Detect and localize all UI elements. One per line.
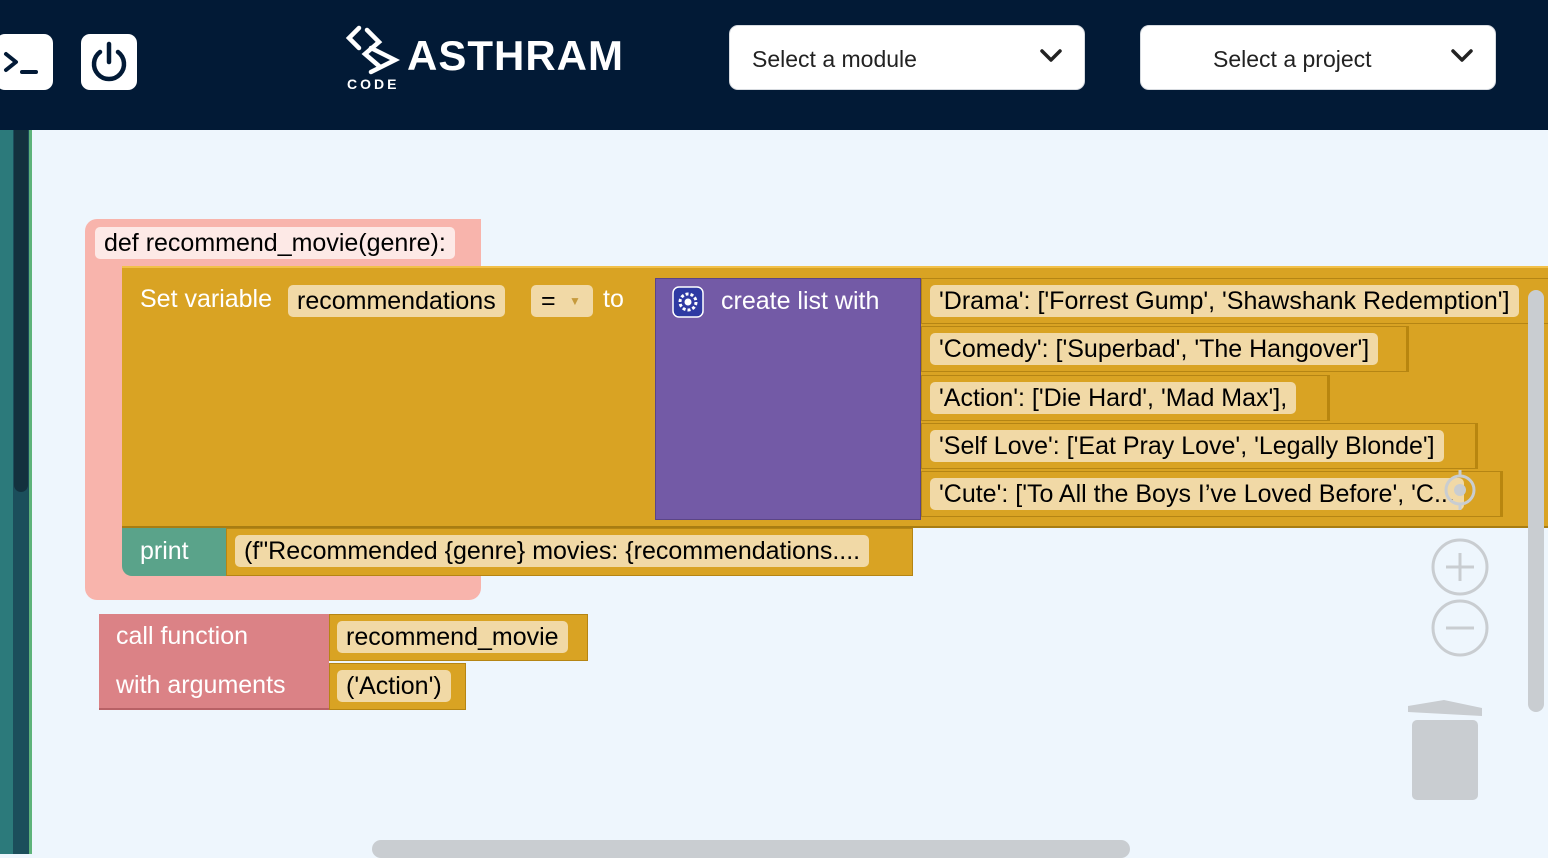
to-label: to — [603, 285, 624, 313]
workspace-horizontal-scrollbar[interactable] — [372, 840, 1130, 858]
set-variable-label: Set variable — [140, 285, 273, 313]
app-logo: ASTHRAM CODE — [345, 24, 635, 94]
toolbox-panel-strip — [0, 130, 13, 854]
logo-subtitle: CODE — [347, 76, 400, 92]
toolbox-scrollbar[interactable] — [14, 130, 28, 492]
project-select[interactable]: Select a project — [1140, 25, 1496, 90]
with-arguments-label: with arguments — [116, 671, 286, 699]
variable-name-field[interactable]: recommendations — [288, 285, 505, 317]
recenter-icon[interactable] — [1436, 466, 1484, 514]
zoom-in-icon[interactable] — [1430, 537, 1490, 597]
create-list-label: create list with — [721, 287, 880, 315]
print-label: print — [140, 537, 189, 565]
chevron-down-icon — [1040, 49, 1062, 62]
terminal-button[interactable] — [0, 34, 53, 90]
function-name-text[interactable]: recommend_movie — [337, 621, 568, 653]
list-item-text[interactable]: 'Self Love': ['Eat Pray Love', 'Legally … — [930, 430, 1444, 462]
chevron-down-icon — [1451, 49, 1473, 62]
operator-dropdown[interactable]: = ▼ — [531, 285, 593, 317]
module-select[interactable]: Select a module — [729, 25, 1085, 90]
module-select-value: Select a module — [752, 46, 917, 72]
project-select-value: Select a project — [1213, 46, 1372, 72]
list-item-text[interactable]: 'Comedy': ['Superbad', 'The Hangover'] — [930, 333, 1379, 365]
gear-icon[interactable] — [672, 286, 704, 318]
trash-icon[interactable] — [1404, 698, 1486, 802]
terminal-icon — [4, 52, 38, 74]
print-argument-text[interactable]: (f"Recommended {genre} movies: {recommen… — [235, 535, 870, 567]
function-signature-field[interactable]: def recommend_movie(genre): — [95, 227, 455, 259]
workspace-vertical-scrollbar[interactable] — [1528, 290, 1544, 712]
zoom-out-icon[interactable] — [1430, 598, 1490, 658]
power-button[interactable] — [81, 34, 137, 90]
logo-mark-icon — [345, 25, 401, 75]
list-item-text[interactable]: 'Action': ['Die Hard', 'Mad Max'], — [930, 382, 1297, 414]
list-item-text[interactable]: 'Drama': ['Forrest Gump', 'Shawshank Red… — [930, 285, 1519, 317]
dropdown-arrow-icon: ▼ — [569, 294, 581, 308]
arguments-text[interactable]: ('Action') — [337, 670, 451, 702]
power-icon — [91, 41, 127, 82]
operator-value: = — [541, 287, 556, 315]
call-function-label: call function — [116, 622, 249, 650]
list-item-text[interactable]: 'Cute': ['To All the Boys I’ve Loved Bef… — [930, 478, 1464, 510]
toolbox-divider — [29, 130, 32, 854]
logo-wordmark: ASTHRAM — [407, 32, 624, 79]
